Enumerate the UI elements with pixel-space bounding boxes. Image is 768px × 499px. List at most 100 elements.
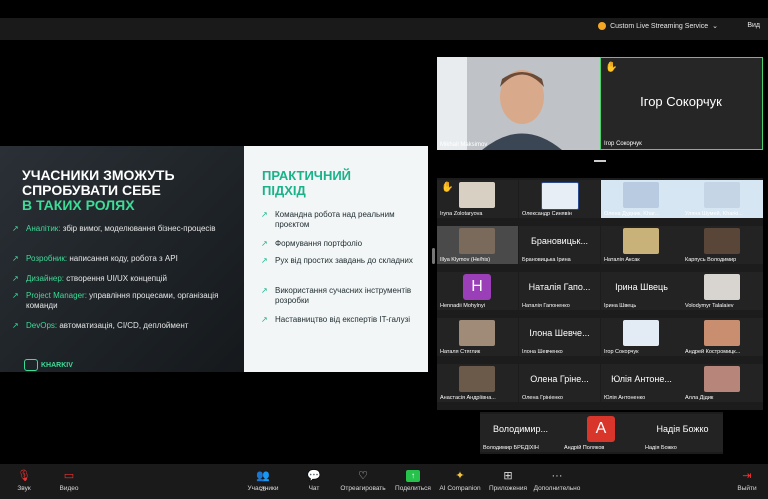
react-button[interactable]: ♡ Отреагировать bbox=[340, 464, 386, 492]
split-handle[interactable] bbox=[432, 248, 435, 264]
ellipsis-icon: ··· bbox=[551, 470, 563, 482]
gallery-tile[interactable]: Ігор Сокорчук bbox=[601, 318, 682, 356]
more-button[interactable]: ··· Дополнительно bbox=[532, 464, 582, 492]
view-button[interactable]: Вид bbox=[747, 22, 760, 29]
gallery-tile[interactable]: Брановицьк... Брановицька Ірина bbox=[519, 226, 600, 264]
audio-button[interactable]: 🎙 Звук bbox=[10, 464, 38, 492]
shield-icon bbox=[598, 22, 607, 30]
top-bar: Custom Live Streaming Service ⌄ Вид bbox=[0, 18, 768, 40]
ai-companion-button[interactable]: ✦ AI Companion bbox=[438, 464, 482, 492]
arrow-icon: ↗ bbox=[12, 224, 19, 233]
participant-name: Ігор Сокорчук bbox=[604, 141, 642, 147]
gallery-tile[interactable]: Олена Гріне... Олена Грініенко bbox=[519, 364, 600, 402]
gallery-tile[interactable]: Юлія Антоне... Юлія Антоненко bbox=[601, 364, 682, 402]
participants-button[interactable]: 👥25 Участники bbox=[244, 464, 282, 493]
slide-left-panel: УЧАСНИКИ ЗМОЖУТЬ СПРОБУВАТИ СЕБЕ В ТАКИХ… bbox=[0, 146, 244, 372]
leave-icon: ⇥ bbox=[742, 470, 752, 482]
raised-hand-icon: ✋ bbox=[441, 182, 454, 193]
arrow-icon: ↗ bbox=[12, 274, 19, 283]
gallery-tile[interactable]: H Hennadii Mohylnyi bbox=[437, 272, 518, 310]
slide-right-panel: ПРАКТИЧНИЙ ПІДХІД ↗ Командна робота над р… bbox=[244, 146, 428, 372]
avatar bbox=[704, 228, 740, 254]
chat-icon: 💬 bbox=[307, 470, 321, 482]
role-item: ↗ DevOps: автоматизація, CI/CD, деплоймен… bbox=[12, 321, 189, 330]
gallery-tile[interactable]: Volodymyr Talalaiev bbox=[682, 272, 763, 310]
gallery-tile[interactable]: Андрей Костромицк... bbox=[682, 318, 763, 356]
video-tile-mikhail[interactable]: Mikhail Maksimov bbox=[437, 57, 600, 150]
stream-status[interactable]: Custom Live Streaming Service ⌄ bbox=[598, 22, 718, 30]
video-thumb bbox=[704, 182, 740, 208]
avatar bbox=[623, 228, 659, 254]
gallery-tile[interactable]: Уляна Шумей, Kharki... bbox=[682, 180, 763, 218]
arrow-icon: ↗ bbox=[261, 239, 268, 248]
chat-button[interactable]: 💬 Чат bbox=[302, 464, 326, 492]
pager-indicator[interactable] bbox=[594, 160, 606, 162]
video-button[interactable]: ▭ Видео bbox=[54, 464, 84, 492]
apps-grid-icon: ⊞ bbox=[503, 470, 513, 482]
gallery-tile[interactable]: Олександр Синявін bbox=[519, 180, 600, 218]
gallery-tile[interactable]: Карпусь Володимир bbox=[682, 226, 763, 264]
gallery-tile[interactable]: A Андрій Поляков bbox=[561, 414, 642, 452]
stream-label: Custom Live Streaming Service bbox=[610, 22, 709, 30]
arrow-icon: ↗ bbox=[261, 210, 268, 219]
leave-button[interactable]: ⇥ Выйти bbox=[734, 464, 760, 492]
slide-title: УЧАСНИКИ ЗМОЖУТЬ СПРОБУВАТИ СЕБЕ В ТАКИХ… bbox=[22, 167, 175, 213]
gallery-tile[interactable]: Алла Дідик bbox=[682, 364, 763, 402]
gallery-tile[interactable]: Наталія Гапо... Наталія Гапоненко bbox=[519, 272, 600, 310]
role-item: ↗ Дизайнер: створення UI/UX концепцій bbox=[12, 274, 167, 283]
apps-button[interactable]: ⊞ Приложения bbox=[488, 464, 528, 492]
sparkle-icon: ✦ bbox=[455, 470, 465, 482]
logo-mark-icon bbox=[24, 359, 38, 371]
avatar bbox=[459, 320, 495, 346]
gallery-tile[interactable]: Наталя Стяглик bbox=[437, 318, 518, 356]
avatar bbox=[541, 182, 579, 210]
gallery-tile[interactable]: ✋ Iryna Zolotaryova bbox=[437, 180, 518, 218]
gallery-tile[interactable]: Анастасія Андріївна... bbox=[437, 364, 518, 402]
participant-big-name: Ігор Сокорчук bbox=[640, 94, 722, 109]
role-item: ↗ Аналітик: збір вимог, моделювання бізне… bbox=[12, 224, 216, 233]
avatar bbox=[704, 366, 740, 392]
participant-gallery-overflow: Володимир... Володимир БРЕДІХІН A Андрій… bbox=[480, 412, 723, 454]
raised-hand-icon: ✋ bbox=[605, 62, 618, 73]
camera-off-icon: ▭ bbox=[63, 470, 75, 482]
video-thumb bbox=[623, 182, 659, 208]
practical-item: ↗ Командна робота над реальним проєктом bbox=[261, 210, 395, 229]
gallery-tile[interactable]: Олена Дудник, Khar... bbox=[601, 180, 682, 218]
avatar bbox=[623, 320, 659, 346]
role-item: ↗ Розробник: написання коду, робота з API bbox=[12, 254, 178, 263]
avatar: H bbox=[463, 274, 491, 300]
gallery-tile[interactable]: Наталія Аксак bbox=[601, 226, 682, 264]
person-video-icon bbox=[437, 57, 600, 150]
gallery-tile[interactable]: Ілона Шевче... Ілона Шевченко bbox=[519, 318, 600, 356]
participant-name: Mikhail Maksimov bbox=[440, 142, 488, 148]
arrow-icon: ↗ bbox=[12, 321, 19, 330]
video-tile-igor-active[interactable]: ✋ Ігор Сокорчук Ігор Сокорчук bbox=[600, 57, 763, 150]
shared-screen: УЧАСНИКИ ЗМОЖУТЬ СПРОБУВАТИ СЕБЕ В ТАКИХ… bbox=[0, 146, 428, 372]
avatar: A bbox=[587, 416, 615, 442]
chevron-down-icon: ⌄ bbox=[712, 23, 718, 30]
practical-item: ↗ Використання сучасних інструментів розр… bbox=[261, 286, 412, 305]
practical-item: ↗ Наставництво від експертів IT-галузі bbox=[261, 315, 411, 324]
gallery-tile[interactable]: Ірина Швець Ірина Швець bbox=[601, 272, 682, 310]
gallery-tile[interactable]: Illya Klymov (He/his) bbox=[437, 226, 518, 264]
role-item: ↗ Project Manager: управління процесами, … bbox=[12, 291, 219, 310]
avatar bbox=[704, 274, 740, 300]
meeting-toolbar: 🎙 Звук ▭ Видео 👥25 Участники 💬 Чат ♡ Отр… bbox=[0, 464, 768, 499]
participant-gallery: ✋ Iryna Zolotaryova Олександр Синявін Ол… bbox=[437, 178, 763, 410]
avatar bbox=[704, 320, 740, 346]
gallery-tile[interactable]: Володимир... Володимир БРЕДІХІН bbox=[480, 414, 561, 452]
arrow-icon: ↗ bbox=[261, 256, 268, 265]
arrow-icon: ↗ bbox=[12, 254, 19, 263]
practical-title: ПРАКТИЧНИЙ ПІДХІД bbox=[262, 168, 352, 198]
gallery-tile[interactable]: Надія Божко Надія Божко bbox=[642, 414, 723, 452]
mic-muted-icon: 🎙 bbox=[17, 470, 31, 482]
avatar bbox=[459, 182, 495, 208]
arrow-icon: ↗ bbox=[12, 291, 19, 300]
share-button[interactable]: ↑ Поделиться bbox=[394, 464, 432, 492]
avatar bbox=[459, 366, 495, 392]
arrow-icon: ↗ bbox=[261, 286, 268, 295]
video-thumb bbox=[459, 228, 495, 254]
practical-item: ↗ Формування портфоліо bbox=[261, 239, 363, 248]
heart-icon: ♡ bbox=[358, 470, 368, 482]
kharkiv-logo: KHARKIV bbox=[24, 359, 73, 371]
